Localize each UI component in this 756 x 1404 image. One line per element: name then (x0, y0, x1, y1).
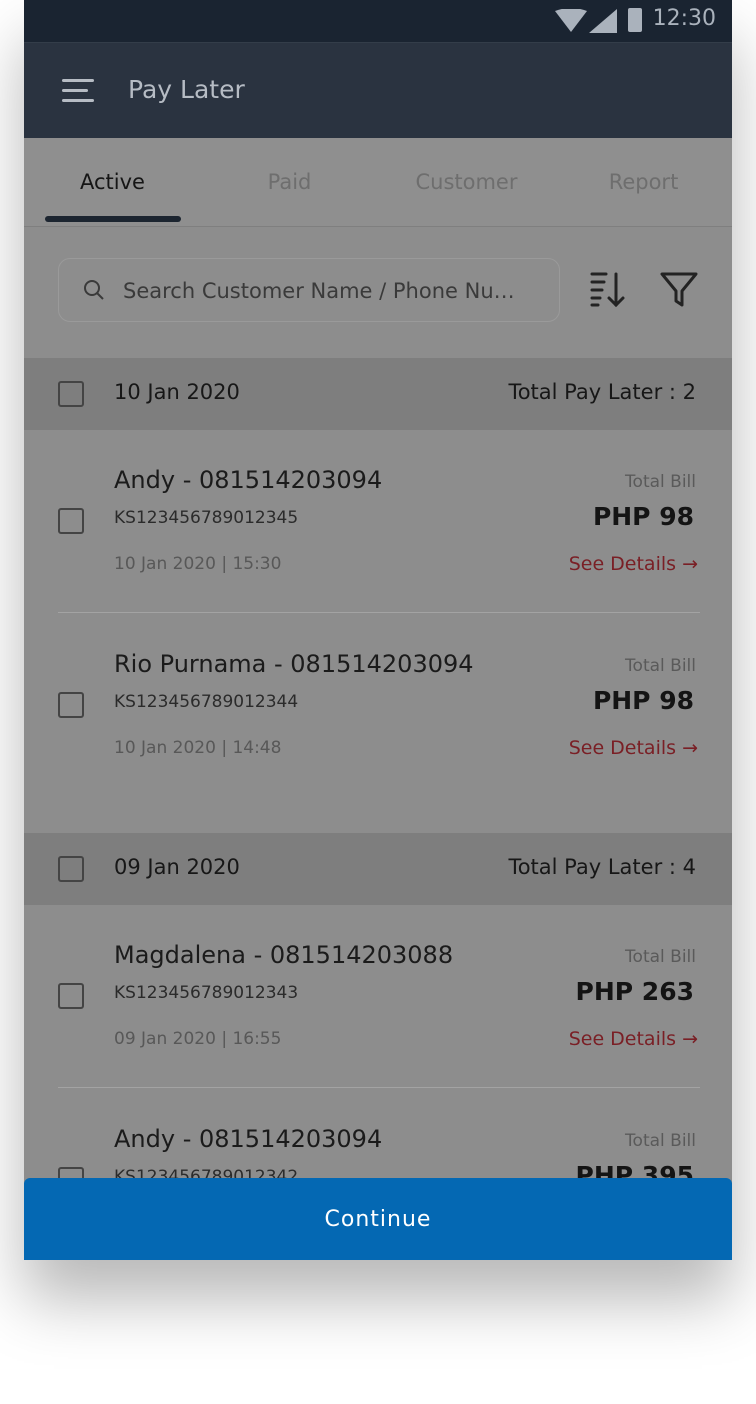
wifi-icon (555, 9, 587, 32)
app-bar: Pay Later (24, 42, 732, 139)
group-date: 09 Jan 2020 (114, 855, 240, 879)
customer-name: Andy - 081514203094 (114, 1125, 383, 1153)
transaction-code: KS123456789012343 (114, 983, 299, 1003)
group-header: 09 Jan 2020 Total Pay Later : 4 (24, 833, 732, 905)
total-bill-label: Total Bill (625, 947, 696, 967)
total-bill-label: Total Bill (625, 472, 696, 492)
sort-icon[interactable] (588, 270, 628, 310)
tab-active[interactable]: Active (24, 138, 201, 226)
list-item[interactable]: Magdalena - 081514203088 KS1234567890123… (24, 905, 732, 1089)
tab-bar: Active Paid Customer Report (24, 138, 732, 227)
tab-indicator (45, 216, 181, 222)
total-bill-amount: PHP 263 (575, 977, 694, 1006)
phone-screen: 12:30 Pay Later Active Paid Customer Rep… (24, 0, 732, 1260)
customer-name: Magdalena - 081514203088 (114, 941, 454, 969)
customer-name: Andy - 081514203094 (114, 466, 383, 494)
divider (58, 1087, 700, 1088)
transaction-time: 10 Jan 2020 | 14:48 (114, 738, 282, 758)
search-icon (84, 280, 104, 300)
search-box (58, 258, 560, 323)
divider (58, 612, 700, 613)
filter-icon[interactable] (660, 271, 698, 309)
total-bill-label: Total Bill (625, 656, 696, 676)
transaction-code: KS123456789012344 (114, 692, 299, 712)
customer-name: Rio Purnama - 081514203094 (114, 650, 474, 678)
transaction-time: 09 Jan 2020 | 16:55 (114, 1029, 282, 1049)
status-time: 12:30 (652, 6, 716, 31)
transaction-code: KS123456789012345 (114, 508, 299, 528)
tab-paid[interactable]: Paid (201, 138, 378, 226)
group-checkbox[interactable] (58, 856, 84, 882)
page-title: Pay Later (128, 75, 245, 104)
group-total: Total Pay Later : 2 (508, 380, 696, 404)
pay-later-list: 10 Jan 2020 Total Pay Later : 2 Andy - 0… (24, 227, 732, 1260)
group-header: 10 Jan 2020 Total Pay Later : 2 (24, 358, 732, 430)
total-bill-amount: PHP 98 (592, 686, 694, 715)
see-details-link[interactable]: See Details → (569, 553, 698, 575)
tab-customer[interactable]: Customer (378, 138, 555, 226)
search-input[interactable] (121, 259, 545, 323)
group-checkbox[interactable] (58, 381, 84, 407)
tab-report[interactable]: Report (555, 138, 732, 226)
continue-button[interactable]: Continue (24, 1178, 732, 1260)
list-item[interactable]: Rio Purnama - 081514203094 KS12345678901… (24, 614, 732, 798)
battery-icon (628, 8, 642, 32)
item-checkbox[interactable] (58, 508, 84, 534)
signal-icon (589, 9, 617, 33)
total-bill-amount: PHP 98 (592, 502, 694, 531)
group-date: 10 Jan 2020 (114, 380, 240, 404)
list-item[interactable]: Andy - 081514203094 KS123456789012345 10… (24, 430, 732, 614)
item-checkbox[interactable] (58, 983, 84, 1009)
transaction-time: 10 Jan 2020 | 15:30 (114, 554, 282, 574)
see-details-link[interactable]: See Details → (569, 1028, 698, 1050)
group-total: Total Pay Later : 4 (508, 855, 696, 879)
item-checkbox[interactable] (58, 692, 84, 718)
see-details-link[interactable]: See Details → (569, 737, 698, 759)
total-bill-label: Total Bill (625, 1131, 696, 1151)
menu-icon[interactable] (62, 79, 94, 109)
status-bar: 12:30 (24, 0, 732, 42)
